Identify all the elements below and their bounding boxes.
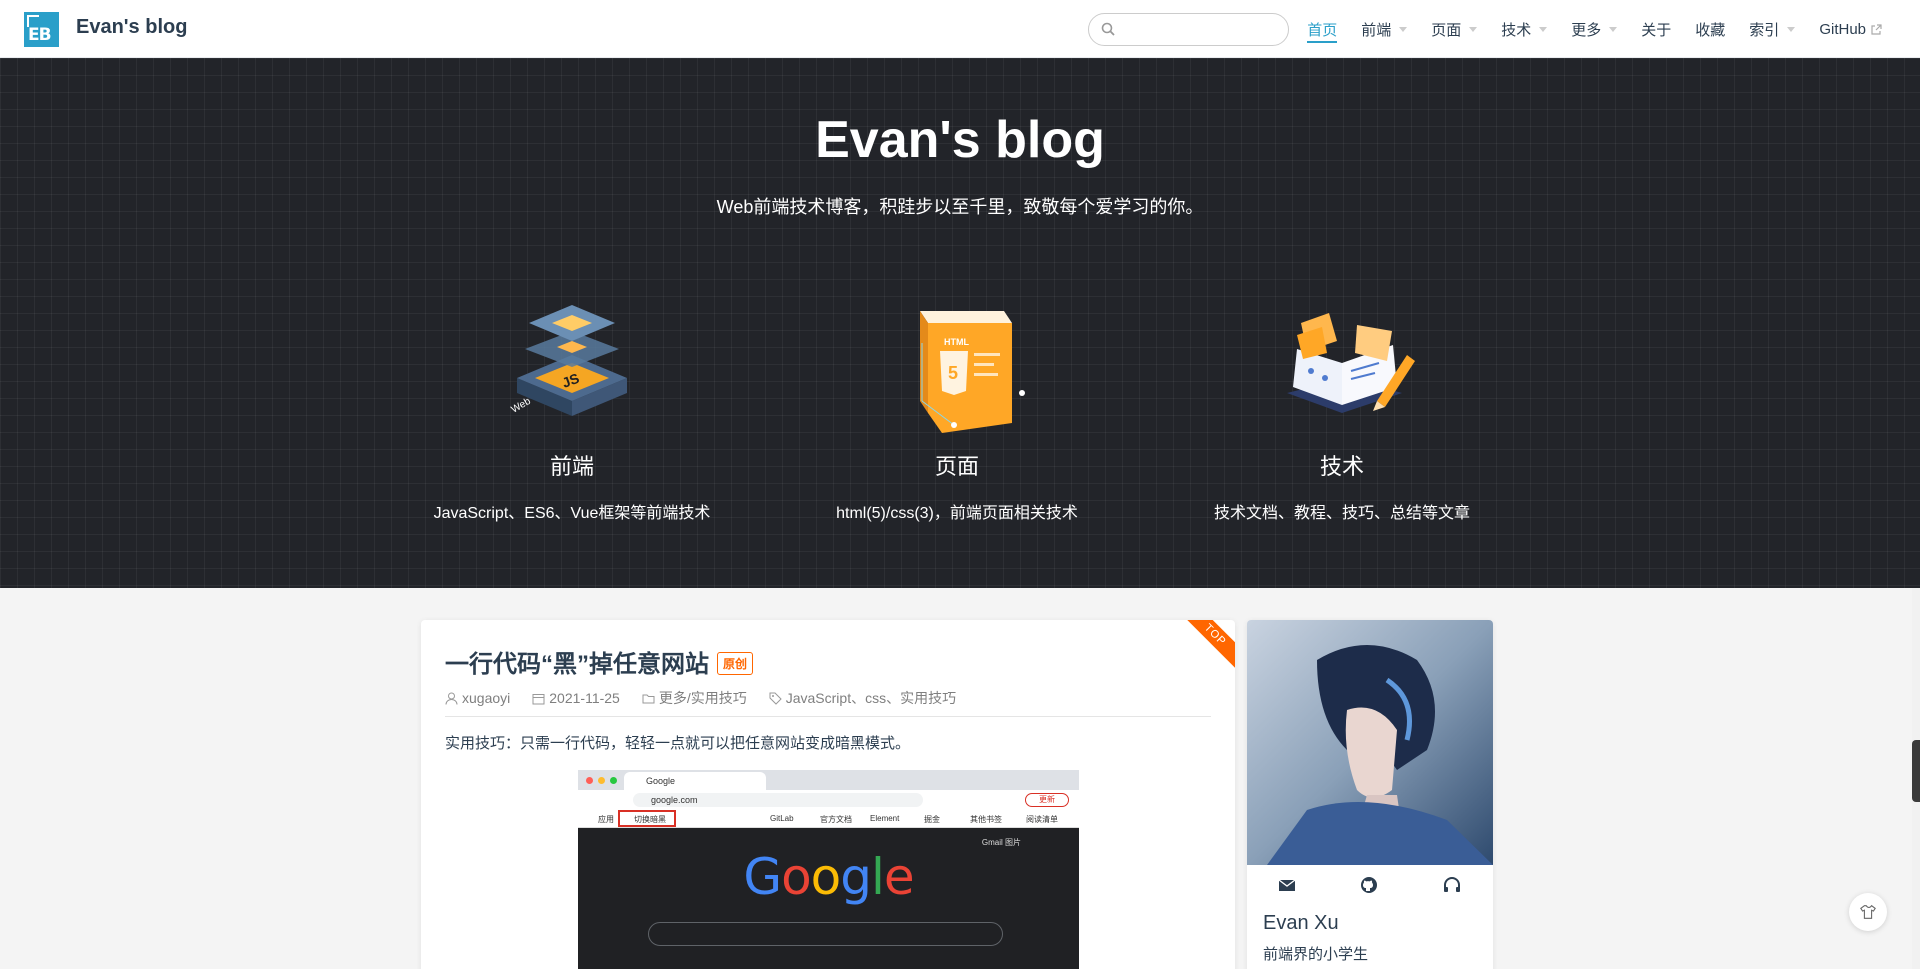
nav-item-frontend[interactable]: 前端: [1361, 0, 1408, 58]
search-box: [1088, 13, 1289, 46]
post-category[interactable]: 更多/实用技巧: [642, 688, 747, 708]
site-logo[interactable]: EB: [24, 12, 59, 47]
nav-item-index[interactable]: 索引: [1749, 0, 1796, 58]
calendar-icon: [532, 693, 545, 704]
profile-title: 前端界的小学生: [1263, 946, 1369, 963]
google-logo: Google: [743, 848, 914, 906]
nav-item-github[interactable]: GitHub: [1819, 0, 1882, 58]
avatar: [1247, 620, 1493, 865]
theme-toggle-button[interactable]: [1849, 893, 1887, 931]
feature-title: 技术: [1319, 454, 1364, 479]
browser-addressbar: google.com 更新: [578, 790, 1079, 810]
profile-card: Evan Xu 前端界的小学生: [1247, 620, 1493, 969]
external-link-icon: [1871, 23, 1882, 35]
caret-down-icon: [1609, 26, 1618, 32]
nav-item-about[interactable]: 关于: [1641, 0, 1671, 58]
search-input[interactable]: [1123, 20, 1273, 40]
caret-down-icon: [1399, 26, 1408, 32]
html5-icon: HTML 5: [920, 311, 1025, 433]
nav-item-more[interactable]: 更多: [1571, 0, 1618, 58]
post-tags[interactable]: JavaScript、css、实用技巧: [769, 688, 956, 708]
svg-text:Web: Web: [510, 396, 534, 416]
feature-frontend[interactable]: JS Web 前端 JavaScript、ES6、Vue框架等前端技术: [379, 283, 765, 523]
original-badge: 原创: [717, 652, 754, 675]
highlight-box: [618, 810, 676, 827]
browser-url: google.com: [633, 793, 923, 807]
google-search-field: [648, 922, 1003, 946]
browser-tabbar: Google: [578, 770, 1079, 790]
post-cover-image[interactable]: Google google.com 更新 应用 切换暗黑 GitLab 官方文档…: [578, 770, 1079, 969]
feature-description: 技术文档、教程、技巧、总结等文章: [1213, 505, 1470, 522]
browser-bookmarks: 应用 切换暗黑 GitLab 官方文档 Element 掘金 其他书签 阅读清单: [578, 810, 1079, 828]
post-title[interactable]: 一行代码“黑”掉任意网站 原创: [445, 644, 754, 679]
hero-title: Evan's blog: [815, 111, 1105, 169]
hero-description: Web前端技术博客，积跬步以至千里，致敬每个爱学习的你。: [716, 197, 1204, 217]
feature-pages[interactable]: HTML 5 页面 html(5)/css(3)，前端页面相关技术: [764, 283, 1150, 523]
book-pencil-icon: [1287, 313, 1415, 413]
nav-item-favorites[interactable]: 收藏: [1695, 0, 1725, 58]
svg-text:5: 5: [948, 363, 958, 383]
nav-item-home[interactable]: 首页: [1307, 0, 1338, 58]
navbar: EB Evan's blog 首页 前端 页面 技术 更多 关于 收藏 索引 G…: [0, 0, 1920, 58]
post-summary: 实用技巧：只需一行代码，轻轻一点就可以把任意网站变成暗黑模式。: [445, 735, 911, 752]
post-card: TOP 一行代码“黑”掉任意网站 原创 xugaoyi 2021-11-25 更多…: [421, 620, 1235, 969]
edge-panel-tab[interactable]: [1912, 740, 1920, 802]
shirt-icon: [1860, 904, 1876, 919]
google-top-links: Gmail 图片: [981, 838, 1021, 847]
profile-name: Evan Xu: [1263, 912, 1339, 934]
js-layers-icon: JS Web: [510, 305, 627, 416]
user-icon: [445, 692, 458, 705]
caret-down-icon: [1539, 26, 1548, 32]
feature-title: 前端: [549, 454, 594, 479]
post-date: 2021-11-25: [532, 688, 620, 708]
mail-icon[interactable]: [1277, 875, 1297, 895]
svg-text:HTML: HTML: [944, 337, 969, 347]
nav-links: 首页 前端 页面 技术 更多 关于 收藏 索引 GitHub: [1283, 0, 1882, 58]
hero-banner: Evan's blog Web前端技术博客，积跬步以至千里，致敬每个爱学习的你。…: [0, 58, 1920, 588]
top-ribbon: TOP: [1180, 620, 1235, 670]
tag-icon: [769, 692, 782, 705]
search-icon: [1101, 22, 1115, 36]
post-author[interactable]: xugaoyi: [445, 688, 510, 708]
nav-item-pages[interactable]: 页面: [1431, 0, 1478, 58]
feature-title: 页面: [934, 454, 979, 479]
feature-description: html(5)/css(3)，前端页面相关技术: [836, 505, 1078, 522]
headphones-icon[interactable]: [1442, 875, 1462, 895]
caret-down-icon: [1469, 26, 1478, 32]
post-title-text[interactable]: 一行代码“黑”掉任意网站: [445, 651, 709, 678]
folder-icon: [642, 694, 655, 703]
nav-item-tech[interactable]: 技术: [1501, 0, 1548, 58]
social-links: [1247, 875, 1493, 899]
post-meta: xugaoyi 2021-11-25 更多/实用技巧 JavaScript、cs…: [445, 688, 1211, 717]
github-icon[interactable]: [1359, 875, 1379, 895]
browser-tab: Google: [624, 772, 766, 790]
caret-down-icon: [1787, 26, 1796, 32]
browser-update-button: 更新: [1025, 793, 1069, 807]
site-name[interactable]: Evan's blog: [76, 16, 187, 39]
feature-description: JavaScript、ES6、Vue框架等前端技术: [433, 505, 711, 522]
feature-tech[interactable]: 技术 技术文档、教程、技巧、总结等文章: [1149, 283, 1535, 523]
